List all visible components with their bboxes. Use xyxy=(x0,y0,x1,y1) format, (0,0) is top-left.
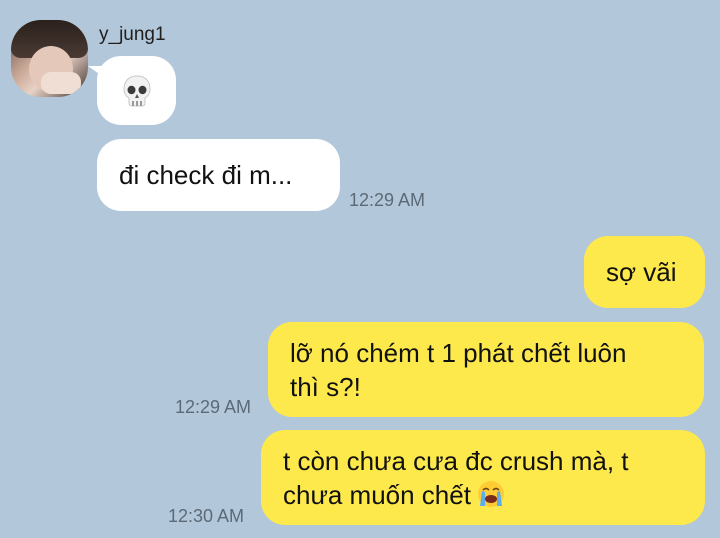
bubble-tail xyxy=(88,66,102,76)
message-text-line: lỡ nó chém t 1 phát chết luôn xyxy=(290,338,627,368)
avatar-hand xyxy=(41,72,81,94)
loudly-crying-face-icon xyxy=(477,481,504,507)
message-text-line: t còn chưa cưa đc crush mà, t xyxy=(283,446,629,476)
message-text: chưa muốn chết xyxy=(283,480,471,510)
sender-name[interactable]: y_jung1 xyxy=(99,24,166,46)
message-bubble[interactable]: sợ vãi xyxy=(584,236,705,308)
avatar[interactable] xyxy=(11,20,88,97)
message-bubble[interactable]: lỡ nó chém t 1 phát chết luôn thì s?! xyxy=(268,322,704,417)
message-text: đi check đi m... xyxy=(119,160,293,190)
message-bubble[interactable]: t còn chưa cưa đc crush mà, t chưa muốn … xyxy=(261,430,705,525)
message-bubble-skull[interactable] xyxy=(88,56,176,125)
message-timestamp: 12:29 AM xyxy=(175,397,252,417)
message-text-line-with-emoji: chưa muốn chết xyxy=(283,478,689,512)
message-bubble[interactable]: đi check đi m... xyxy=(97,139,340,211)
message-text: sợ vãi xyxy=(606,257,677,287)
message-text-line: thì s?! xyxy=(290,372,361,402)
message-timestamp: 12:29 AM xyxy=(349,190,426,210)
message-timestamp: 12:30 AM xyxy=(168,506,245,526)
skull-icon xyxy=(122,74,151,106)
